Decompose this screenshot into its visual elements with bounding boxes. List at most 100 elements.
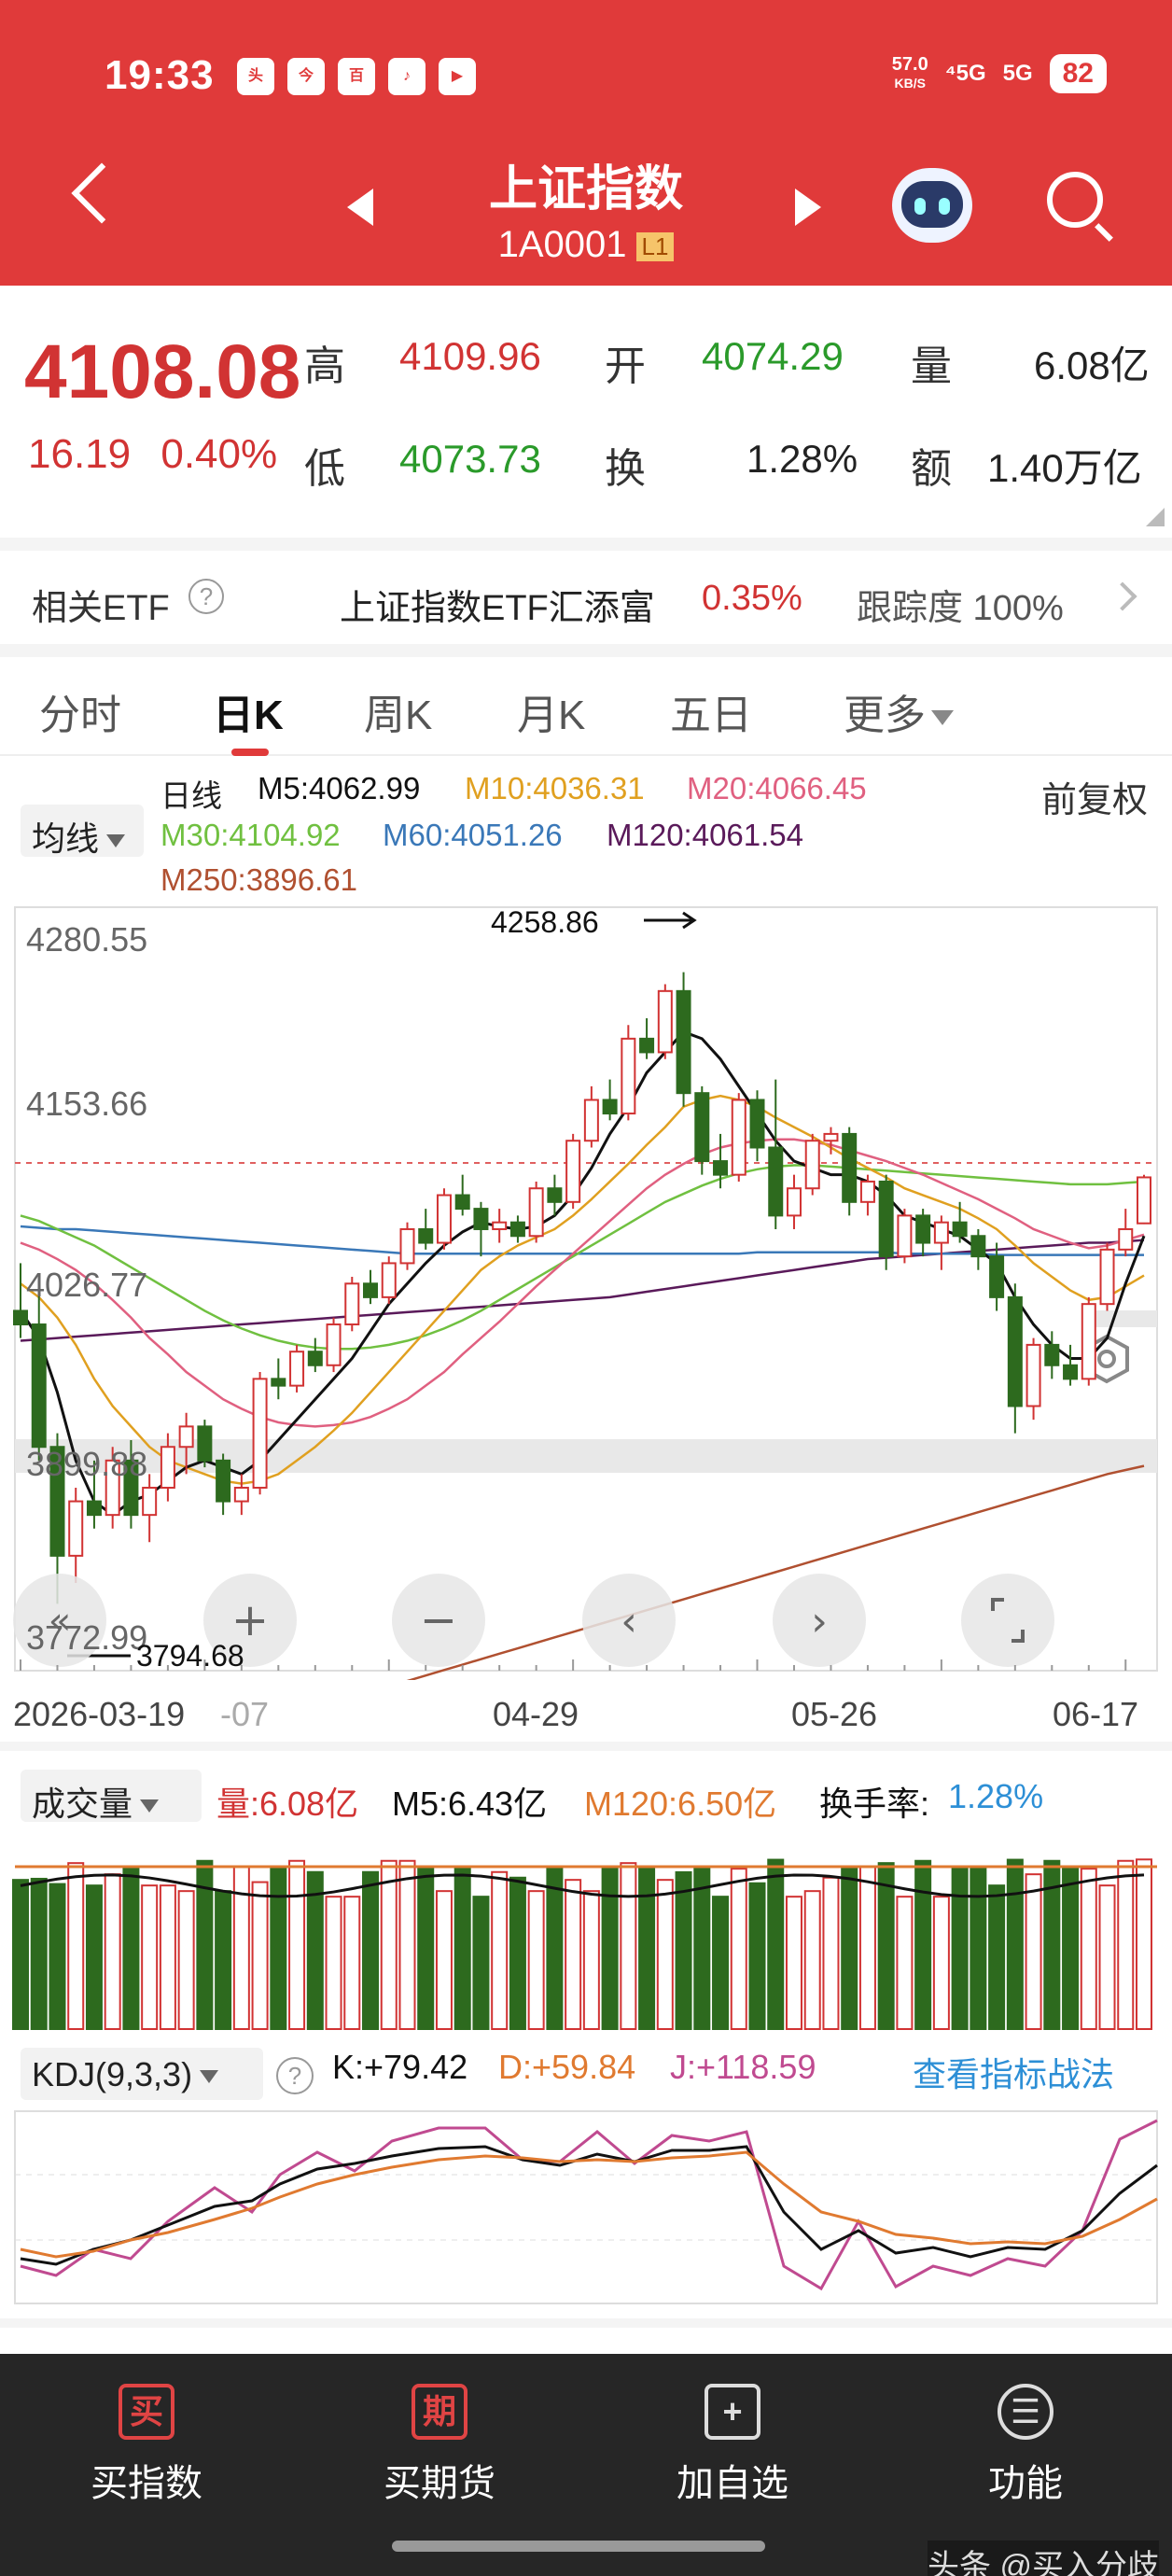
candle-body xyxy=(178,1425,194,1449)
kline-chart[interactable]: « + − ‹ › xyxy=(0,896,1172,1680)
candle-body xyxy=(142,1486,158,1517)
candle-body xyxy=(583,1099,599,1142)
x-tick-label: 2026-03-19 xyxy=(13,1695,186,1733)
kdj-selector[interactable]: KDJ(9,3,3) xyxy=(21,2048,263,2100)
tab-label: 日K xyxy=(213,693,284,738)
volume-bar xyxy=(104,1873,121,2030)
candle-body xyxy=(749,1099,765,1149)
buy-index-button[interactable]: 买 买指数 xyxy=(0,2354,293,2576)
candle-body xyxy=(509,1221,525,1238)
volume-bar xyxy=(177,1890,195,2030)
app-icon: ♪ xyxy=(388,58,426,95)
search-icon[interactable] xyxy=(1047,172,1103,228)
robot-eye xyxy=(914,198,926,215)
tab-more[interactable]: 更多 xyxy=(844,681,954,741)
home-indicator[interactable] xyxy=(392,2541,765,2552)
candle-body xyxy=(381,1262,397,1298)
kdj-j-line xyxy=(20,2119,1158,2291)
open-value: 4074.29 xyxy=(702,334,844,378)
next-stock-icon[interactable] xyxy=(795,189,821,226)
candle-body xyxy=(473,1208,489,1230)
amount-label: 额 xyxy=(911,446,952,492)
candle-body xyxy=(1118,1227,1134,1251)
expand-corner-icon[interactable] xyxy=(1146,508,1165,526)
candle-body xyxy=(307,1351,323,1366)
robot-assistant-icon[interactable] xyxy=(892,168,972,243)
divider xyxy=(0,2318,1172,2328)
candle-body xyxy=(326,1323,342,1366)
candle-body xyxy=(363,1282,379,1298)
candle-body xyxy=(436,1194,452,1244)
indicator-guide-link[interactable]: 查看指标战法 xyxy=(913,2048,1114,2096)
kdj-k: K:+79.42 xyxy=(332,2048,468,2086)
volume-bar xyxy=(380,1859,398,2031)
robot-face xyxy=(901,181,963,228)
volume-bar xyxy=(841,1868,858,2030)
kdj-chart[interactable] xyxy=(0,2109,1172,2309)
candle-body xyxy=(492,1221,508,1230)
candles xyxy=(13,972,1151,1604)
candle-body xyxy=(915,1214,931,1244)
volume-value: 6.08亿 xyxy=(1034,343,1150,387)
divider xyxy=(0,644,1172,657)
candle-body xyxy=(1007,1295,1023,1407)
volume-bar xyxy=(232,1865,250,2031)
volume-bar xyxy=(141,1884,159,2030)
candle-body xyxy=(786,1187,802,1217)
battery-icon: 82 xyxy=(1049,54,1107,93)
tab-intraday[interactable]: 分时 xyxy=(39,681,121,741)
ma5-value: M5:4062.99 xyxy=(258,771,421,805)
speed-unit: KB/S xyxy=(894,76,926,91)
candle-body xyxy=(289,1351,305,1387)
volume-bar xyxy=(767,1858,785,2031)
volume-bar xyxy=(509,1876,526,2031)
candle-body xyxy=(1026,1343,1041,1407)
candle-body xyxy=(31,1323,47,1449)
candle-body xyxy=(694,1092,710,1163)
candle-body xyxy=(344,1282,360,1326)
tab-weekly-k[interactable]: 周K xyxy=(364,681,432,741)
volume-bar xyxy=(877,1862,895,2030)
tab-five-day[interactable]: 五日 xyxy=(670,681,752,741)
turnover-label: 换 xyxy=(605,446,646,492)
amount-value: 1.40万亿 xyxy=(987,446,1142,490)
candle-body xyxy=(897,1214,913,1258)
plus-icon: + xyxy=(705,2384,760,2440)
volume-bar xyxy=(472,1896,490,2030)
fullscreen-button[interactable] xyxy=(961,1574,1054,1667)
bottom-nav-label: 加自选 xyxy=(677,2463,788,2504)
robot-eye xyxy=(939,198,950,215)
candle-body xyxy=(823,1132,839,1142)
volume-selector[interactable]: 成交量 xyxy=(21,1770,202,1823)
help-icon[interactable]: ? xyxy=(276,2057,314,2094)
x-tick-label: 06-17 xyxy=(1053,1695,1139,1733)
volume-bar xyxy=(970,1865,987,2031)
related-etf-row[interactable]: 相关ETF ? 上证指数ETF汇添富 0.35% 跟踪度 100% xyxy=(0,551,1172,644)
volume-bar xyxy=(1025,1873,1042,2030)
volume-m120: M120:6.50亿 xyxy=(584,1785,777,1823)
candle-body xyxy=(676,989,691,1095)
app-root: 19:33 头 今 百 ♪ ▶ 57.0 KB/S ⁴5G 5G 82 上证指数 xyxy=(0,0,1172,2576)
volume-bar xyxy=(932,1896,950,2030)
volume-bar xyxy=(122,1868,140,2030)
ma-selector[interactable]: 均线 xyxy=(21,805,144,858)
adjust-button[interactable]: 前复权 xyxy=(1041,771,1148,822)
candle-body xyxy=(713,1160,729,1176)
tab-daily-k[interactable]: 日K xyxy=(213,681,284,756)
candle-body xyxy=(859,1180,875,1203)
buy-icon: 买 xyxy=(119,2384,174,2440)
volume-bar xyxy=(67,1862,85,2030)
volume-bar xyxy=(914,1859,932,2031)
y-tick-label: 4280.55 xyxy=(26,920,148,959)
kdj-j: J:+118.59 xyxy=(670,2048,816,2086)
volume-bar xyxy=(270,1865,287,2031)
help-icon[interactable]: ? xyxy=(188,579,224,614)
candle-body xyxy=(528,1187,544,1238)
ma30-value: M30:4104.92 xyxy=(160,818,341,852)
candle-body xyxy=(68,1500,84,1557)
tab-monthly-k[interactable]: 月K xyxy=(517,681,585,741)
volume-bar xyxy=(656,1879,674,2030)
volume-chart[interactable] xyxy=(0,1831,1172,2037)
ma-selector-label: 均线 xyxy=(32,819,100,858)
tab-label: 周K xyxy=(364,693,433,738)
